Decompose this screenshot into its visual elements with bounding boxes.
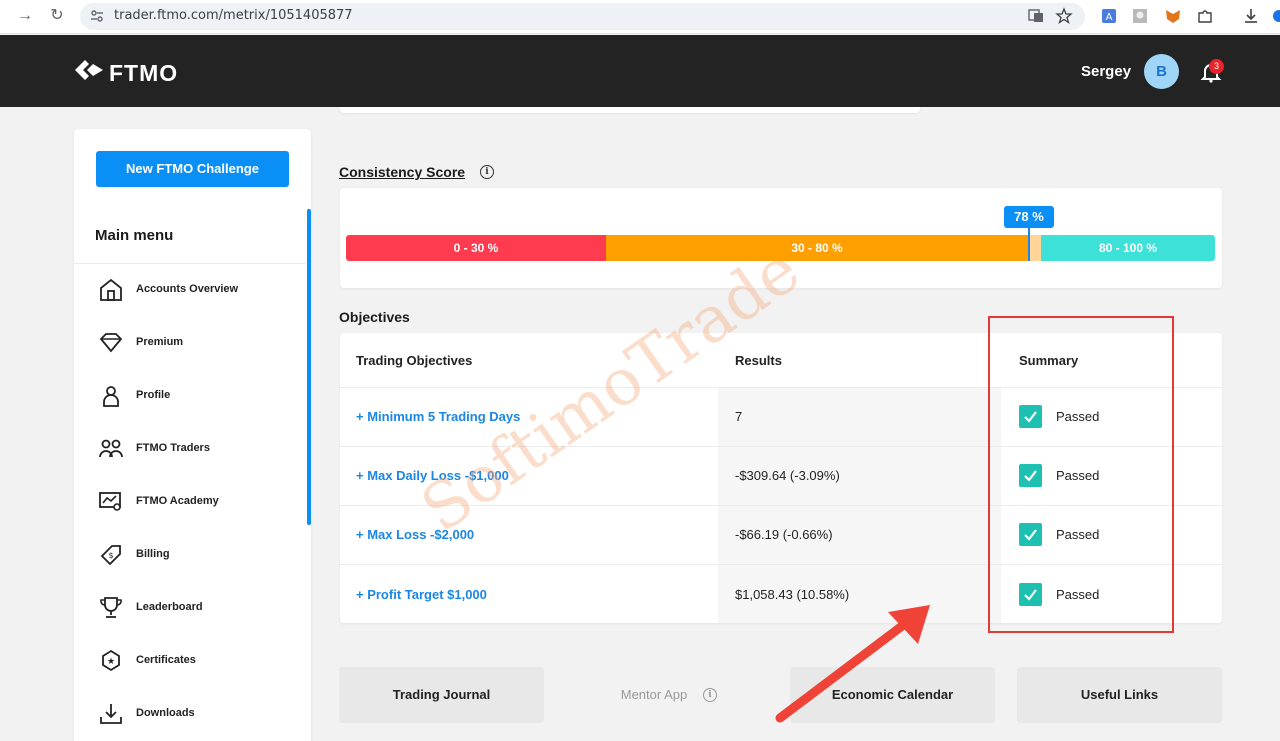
forward-icon[interactable]: → xyxy=(14,5,36,27)
svg-text:A: A xyxy=(1106,12,1113,23)
header-results: Results xyxy=(735,353,782,368)
sidebar-item-label: Premium xyxy=(136,336,184,348)
highlight-box xyxy=(988,316,1174,633)
mentor-app-button[interactable]: Mentor App xyxy=(564,667,744,723)
sidebar-item-premium[interactable]: Premium xyxy=(98,328,298,358)
sidebar-item-profile[interactable]: Profile xyxy=(98,381,298,411)
segment-mid: 30 - 80 % xyxy=(606,235,1028,261)
sidebar-item-accounts-overview[interactable]: Accounts Overview xyxy=(98,275,298,305)
info-icon[interactable]: i xyxy=(480,165,494,179)
objectives-title: Objectives xyxy=(339,309,410,325)
users-icon xyxy=(99,439,123,458)
downloads-icon[interactable] xyxy=(1242,7,1260,25)
trophy-icon xyxy=(100,597,122,618)
certificate-icon: ★ xyxy=(102,649,120,672)
sidebar-item-certificates[interactable]: ★ Certificates xyxy=(98,646,298,676)
sidebar-item-label: Leaderboard xyxy=(136,601,203,613)
sidebar-scrollbar[interactable] xyxy=(307,209,311,525)
logo-text[interactable]: FTMO xyxy=(109,60,178,87)
sidebar-item-label: Billing xyxy=(136,548,170,560)
segment-high: 80 - 100 % xyxy=(1041,235,1215,261)
objective-max-loss[interactable]: + Max Loss -$2,000 xyxy=(356,527,474,542)
sidebar-item-label: Profile xyxy=(136,389,171,401)
result-value: $1,058.43 (10.58%) xyxy=(735,587,850,602)
useful-links-button[interactable]: Useful Links xyxy=(1017,667,1222,723)
address-bar[interactable]: trader.ftmo.com/metrix/1051405877 xyxy=(80,3,1085,30)
svg-text:$: $ xyxy=(108,551,113,560)
home-icon xyxy=(100,278,122,301)
menu-divider xyxy=(74,263,306,264)
site-settings-icon[interactable] xyxy=(90,9,104,23)
notification-badge: 3 xyxy=(1209,59,1224,74)
user-name[interactable]: Sergey xyxy=(1081,63,1131,80)
sidebar: New FTMO Challenge Main menu Accounts Ov… xyxy=(74,129,311,741)
score-marker-line xyxy=(1028,228,1030,261)
consistency-score-card: 0 - 30 % 30 - 80 % 80 - 100 % 78 % xyxy=(340,188,1222,288)
consistency-score-title[interactable]: Consistency Score xyxy=(339,164,465,180)
sidebar-item-label: Accounts Overview xyxy=(136,283,239,295)
sidebar-item-leaderboard[interactable]: Leaderboard xyxy=(98,593,298,623)
sidebar-item-billing[interactable]: $ Billing xyxy=(98,540,298,570)
sidebar-item-ftmo-academy[interactable]: FTMO Academy xyxy=(98,487,298,517)
extensions-puzzle-icon[interactable] xyxy=(1196,7,1214,25)
ftmo-logo-icon[interactable] xyxy=(73,56,105,84)
result-value: -$66.19 (-0.66%) xyxy=(735,527,833,542)
header-trading-objectives: Trading Objectives xyxy=(356,353,473,368)
sidebar-item-label: FTMO Academy xyxy=(136,495,219,507)
diamond-icon xyxy=(99,333,123,353)
browser-toolbar: → ↻ trader.ftmo.com/metrix/1051405877 A xyxy=(0,0,1280,34)
sidebar-item-label: Certificates xyxy=(136,654,196,666)
sidebar-item-downloads[interactable]: Downloads xyxy=(98,699,298,729)
trading-journal-button[interactable]: Trading Journal xyxy=(339,667,544,723)
reload-icon[interactable]: ↻ xyxy=(46,5,68,27)
new-challenge-button[interactable]: New FTMO Challenge xyxy=(96,151,289,187)
tag-icon: $ xyxy=(100,545,121,566)
app-header: FTMO Sergey B 3 xyxy=(0,35,1280,107)
main-menu-title: Main menu xyxy=(95,227,174,244)
download-icon xyxy=(100,704,122,724)
bookmark-star-icon[interactable] xyxy=(1055,7,1073,25)
result-value: -$309.64 (-3.09%) xyxy=(735,468,840,483)
score-marker-label: 78 % xyxy=(1004,206,1054,228)
extension-translate-icon[interactable]: A xyxy=(1100,7,1118,25)
sidebar-item-label: FTMO Traders xyxy=(136,442,210,454)
url-text: trader.ftmo.com/metrix/1051405877 xyxy=(114,8,353,23)
avatar[interactable]: B xyxy=(1144,54,1179,89)
translate-icon[interactable] xyxy=(1027,7,1045,25)
svg-text:★: ★ xyxy=(107,657,115,667)
sidebar-item-label: Downloads xyxy=(136,707,195,719)
mentor-app-label: Mentor App xyxy=(620,687,688,702)
segment-low: 0 - 30 % xyxy=(346,235,606,261)
academy-icon xyxy=(99,492,121,511)
objective-min-trading-days[interactable]: + Minimum 5 Trading Days xyxy=(356,409,520,424)
previous-card-edge xyxy=(340,107,920,113)
metamask-fox-icon[interactable] xyxy=(1164,7,1182,25)
result-value: 7 xyxy=(735,409,743,424)
sidebar-item-ftmo-traders[interactable]: FTMO Traders xyxy=(98,434,298,464)
profile-dot-icon[interactable] xyxy=(1270,7,1280,25)
mentor-info-icon[interactable]: i xyxy=(703,688,717,702)
economic-calendar-button[interactable]: Economic Calendar xyxy=(790,667,995,723)
objective-max-daily-loss[interactable]: + Max Daily Loss -$1,000 xyxy=(356,468,509,483)
extension-avatar-icon[interactable] xyxy=(1131,7,1149,25)
user-icon xyxy=(103,386,119,407)
objective-profit-target[interactable]: + Profit Target $1,000 xyxy=(356,587,487,602)
